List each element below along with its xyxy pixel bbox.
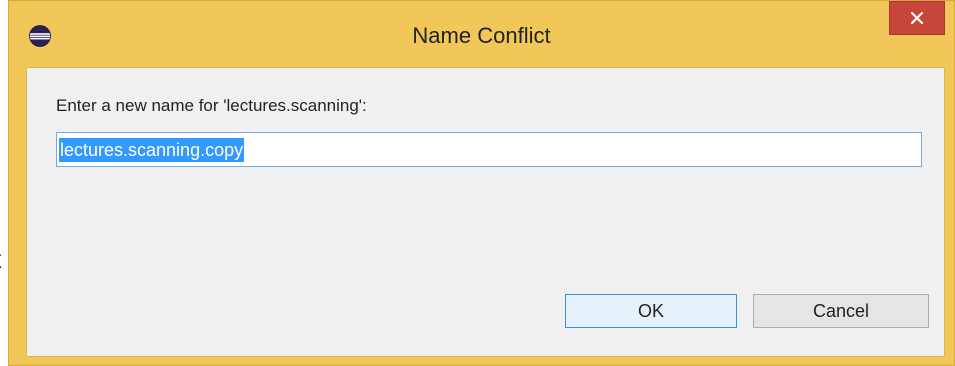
name-conflict-dialog: Name Conflict Enter a new name for 'lect… <box>8 0 955 366</box>
background-partial-text: t <box>0 244 1 275</box>
ok-button[interactable]: OK <box>565 294 737 328</box>
cancel-button[interactable]: Cancel <box>753 294 929 328</box>
dialog-content: Enter a new name for 'lectures.scanning'… <box>26 67 945 357</box>
close-button[interactable] <box>889 1 945 35</box>
new-name-prompt: Enter a new name for 'lectures.scanning'… <box>56 96 367 115</box>
dialog-title: Name Conflict <box>412 23 551 48</box>
dialog-title-bar[interactable]: Name Conflict <box>9 1 954 67</box>
new-name-input[interactable]: lectures.scanning.copy <box>56 132 922 167</box>
new-name-selected-text: lectures.scanning.copy <box>59 137 245 162</box>
close-icon <box>910 11 924 25</box>
